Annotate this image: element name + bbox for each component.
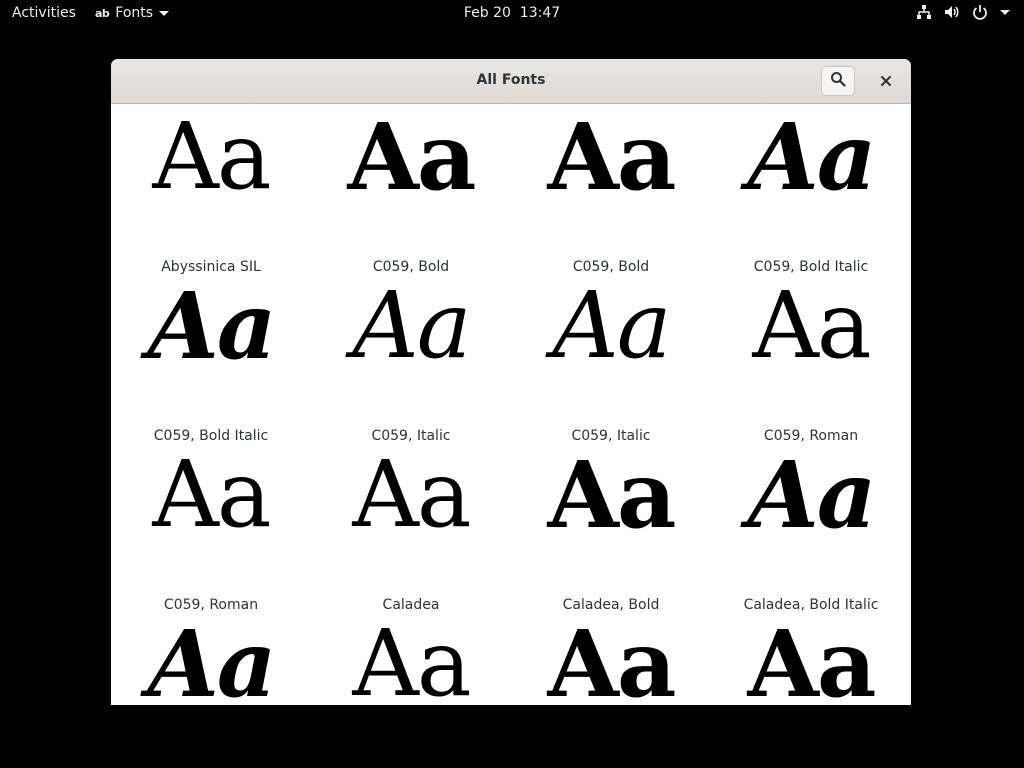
font-sample: Aa — [547, 610, 677, 705]
font-sample: Aa — [152, 105, 271, 210]
font-tile[interactable]: Aa Caladea, Bold — [511, 441, 711, 613]
font-tile[interactable]: Aa C059, Italic — [511, 272, 711, 445]
clock-button[interactable]: Feb 20 13:47 — [464, 5, 560, 21]
fonts-app-icon: ab — [95, 6, 110, 20]
font-sample: Aa — [352, 272, 471, 379]
clock-time: 13:47 — [519, 5, 561, 21]
font-tile[interactable]: Aa C059, Bold — [311, 105, 511, 275]
font-sample: Aa — [747, 610, 877, 705]
font-sample: Aa — [547, 441, 677, 549]
font-sample: Aa — [352, 441, 471, 548]
search-button[interactable] — [821, 66, 855, 96]
power-icon — [972, 4, 988, 20]
font-sample: Aa — [552, 272, 671, 379]
font-sample: Aa — [747, 441, 877, 549]
font-tile[interactable]: Aa C059, Roman — [711, 272, 911, 445]
system-status-menu[interactable] — [916, 4, 1010, 20]
font-sample: Aa — [147, 610, 277, 705]
font-sample: Aa — [152, 441, 271, 548]
chevron-down-icon — [159, 10, 170, 16]
font-tile[interactable]: Aa Caladea, Bold Italic — [711, 441, 911, 613]
font-tile[interactable]: Aa — [711, 612, 911, 705]
font-grid[interactable]: Aa Abyssinica SIL Aa C059, Bold Aa C059,… — [111, 105, 911, 706]
font-tile[interactable]: Aa Caladea — [311, 441, 511, 614]
window-title: All Fonts — [476, 72, 546, 88]
app-menu[interactable]: ab Fonts — [95, 5, 170, 21]
font-sample: Aa — [347, 105, 477, 211]
top-bar: Activities ab Fonts Feb 20 13:47 — [0, 0, 1024, 28]
clock-date: Feb 20 — [463, 5, 511, 21]
font-tile[interactable]: Aa C059, Bold Italic — [711, 105, 911, 275]
app-menu-label: Fonts — [115, 5, 154, 21]
font-sample: Aa — [352, 610, 471, 706]
font-sample: Aa — [547, 105, 677, 211]
font-tile[interactable]: Aa Abyssinica SIL — [111, 105, 311, 276]
font-tile[interactable]: Aa C059, Roman — [111, 441, 311, 614]
font-tile[interactable]: Aa — [311, 610, 511, 706]
chevron-down-icon — [1000, 9, 1010, 15]
network-icon — [916, 4, 932, 20]
font-tile[interactable]: Aa — [111, 612, 311, 705]
header-bar: All Fonts — [111, 59, 911, 104]
font-sample: Aa — [752, 272, 871, 379]
font-tile[interactable]: Aa C059, Bold Italic — [111, 272, 311, 444]
font-tile[interactable]: Aa C059, Italic — [311, 272, 511, 445]
font-sample: Aa — [747, 105, 877, 211]
close-icon — [880, 72, 892, 91]
close-button[interactable] — [873, 68, 899, 94]
fonts-window: All Fonts Aa Abyssinica SIL Aa C059, Bol… — [111, 59, 911, 705]
font-tile[interactable]: Aa C059, Bold — [511, 105, 711, 275]
volume-icon — [944, 4, 960, 20]
search-icon — [830, 71, 846, 91]
font-sample: Aa — [147, 272, 277, 380]
font-tile[interactable]: Aa — [511, 612, 711, 705]
activities-button[interactable]: Activities — [12, 5, 76, 21]
